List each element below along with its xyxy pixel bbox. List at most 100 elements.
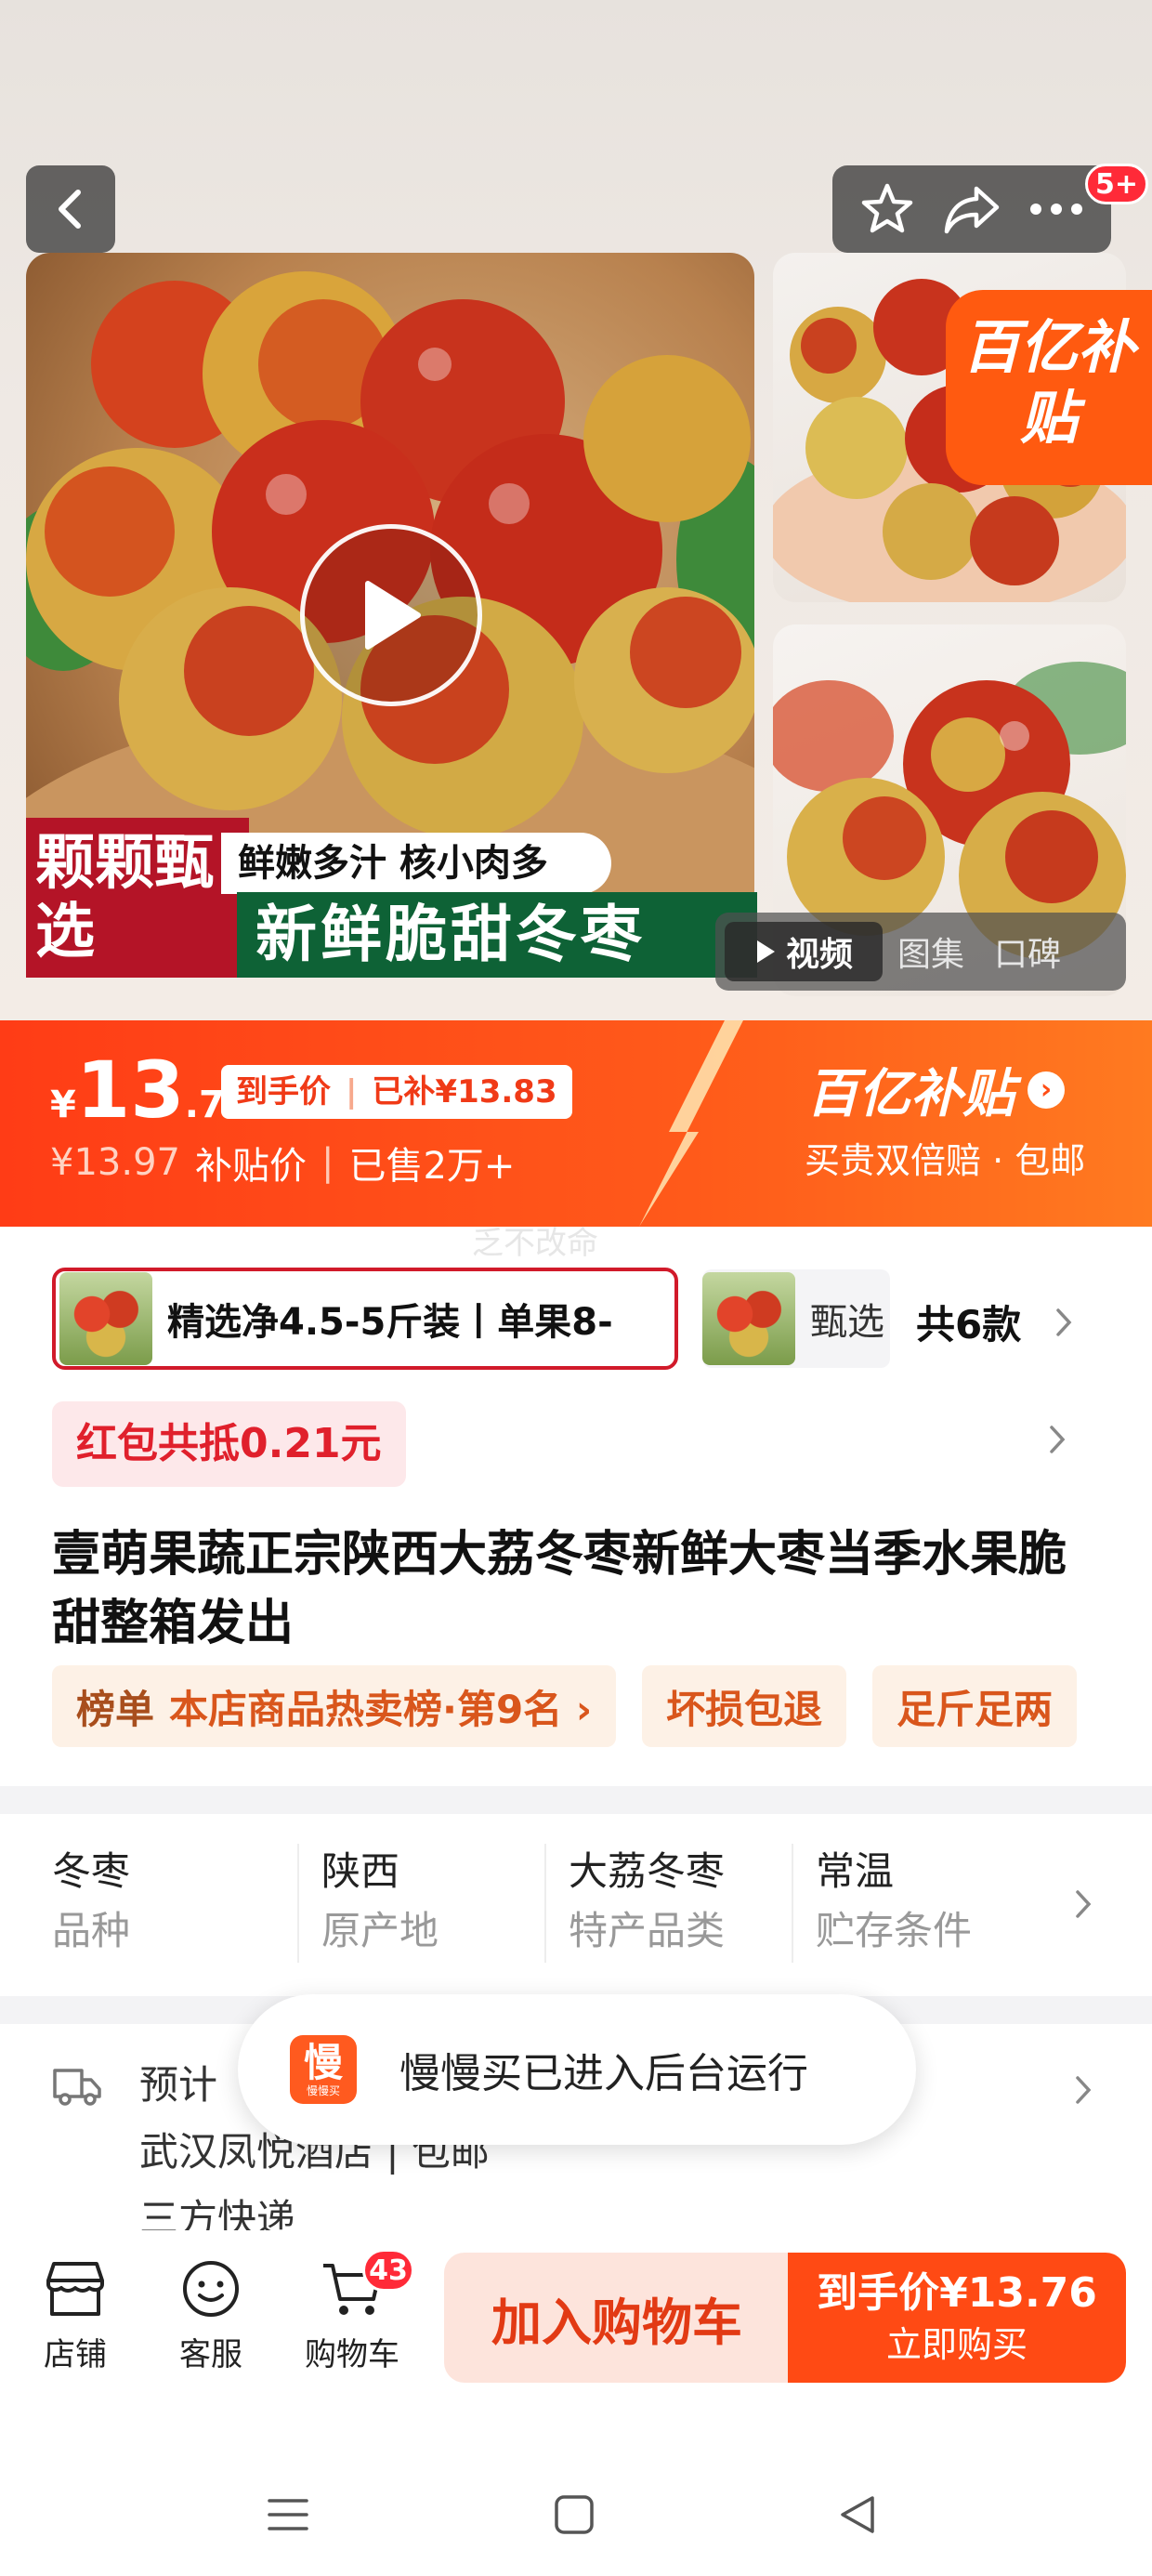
subsidy-corner-tag: 百亿补贴 — [946, 290, 1152, 485]
banner-slogan: 鲜嫩多汁 核小肉多 — [221, 833, 611, 894]
more-button[interactable] — [1019, 172, 1093, 246]
ranking-tag[interactable]: 榜单 本店商品热卖榜·第9名 › — [52, 1665, 617, 1747]
attribute-value: 常温 — [816, 1848, 895, 1894]
home-nav-button[interactable] — [546, 2487, 602, 2543]
shop-button[interactable]: 店铺 — [15, 2258, 136, 2374]
media-tab-label: 口碑 — [994, 936, 1062, 974]
price-pill-divider: | — [346, 1073, 358, 1111]
more-dots-icon — [1029, 204, 1082, 215]
smiley-chat-icon — [183, 2261, 239, 2317]
sold-count: 已售2万+ — [348, 1145, 516, 1188]
coupon-badge[interactable]: 红包共抵0.21元 — [52, 1401, 406, 1487]
small-play-icon — [756, 940, 775, 963]
media-tab-bar: 视频 图集 口碑 — [715, 913, 1126, 991]
sku-option[interactable]: 甄选 — [702, 1269, 890, 1368]
media-tab-video[interactable]: 视频 — [725, 922, 883, 981]
add-to-cart-button[interactable]: 加入购物车 — [444, 2253, 790, 2383]
square-home-icon — [555, 2495, 594, 2534]
product-title: 壹萌果蔬正宗陕西大荔冬枣新鲜大枣当季水果脆甜整箱发出 — [52, 1527, 1067, 1651]
chevron-right-icon — [1056, 1308, 1072, 1336]
attribute-item: 常温 贮存条件 — [793, 1844, 1041, 1963]
attribute-key: 特产品类 — [569, 1908, 726, 1953]
back-nav-button[interactable] — [831, 2487, 886, 2543]
background-run-toast: 慢 慢慢买 慢慢买已进入后台运行 — [238, 1994, 916, 2145]
section-divider — [0, 1786, 1152, 1814]
watermark-text: 乏不改命 — [472, 1225, 598, 1262]
price-pill-label: 到手价 — [236, 1073, 331, 1111]
price-pill: 到手价 | 已补¥13.83 — [221, 1065, 572, 1119]
chevron-right-icon[interactable] — [1074, 1888, 1093, 1920]
price-integer: 13 — [75, 1045, 185, 1136]
chevron-right-icon — [1076, 2076, 1092, 2104]
attribute-item: 冬枣 品种 — [52, 1844, 299, 1963]
play-icon — [365, 581, 421, 650]
sku-label: 甄选 — [810, 1301, 884, 1344]
sku-count-button[interactable]: 共6款 — [916, 1294, 1073, 1350]
subsidy-brand[interactable]: 百亿补贴 › — [806, 1052, 1065, 1127]
chevron-left-icon — [59, 190, 81, 229]
customer-service-label: 客服 — [179, 2336, 242, 2373]
damage-refund-tag[interactable]: 坏损包退 — [642, 1665, 847, 1747]
app-icon-caption: 慢慢买 — [306, 2084, 340, 2097]
sku-thumbnail — [702, 1272, 795, 1365]
store-icon — [46, 2262, 104, 2316]
original-price: ¥13.97 — [50, 1141, 180, 1184]
delivery-estimate: 预计 — [139, 2062, 218, 2108]
triangle-back-icon — [841, 2496, 874, 2533]
app-icon-glyph: 慢 — [303, 2040, 343, 2085]
system-navigation-bar — [0, 2427, 1152, 2576]
full-weight-tag[interactable]: 足斤足两 — [872, 1665, 1078, 1747]
sku-count-label: 共6款 — [916, 1302, 1022, 1347]
sku-option-selected[interactable]: 精选净4.5-5斤装丨单果8- — [52, 1268, 678, 1370]
attribute-value: 冬枣 — [52, 1848, 131, 1894]
attribute-value: 陕西 — [321, 1848, 400, 1894]
attribute-value: 大荔冬枣 — [569, 1848, 726, 1894]
manmanbuy-app-icon: 慢 慢慢买 — [290, 2035, 357, 2104]
toast-message: 慢慢买已进入后台运行 — [399, 2050, 808, 2097]
cart-count-badge: 43 — [362, 2249, 414, 2292]
service-tags: 榜单 本店商品热卖榜·第9名 › 坏损包退 足斤足两 — [52, 1665, 1152, 1747]
media-tab-reviews[interactable]: 口碑 — [979, 922, 1076, 981]
buy-now-button[interactable]: 到手价¥13.76 立即购买 — [788, 2253, 1126, 2383]
price-pill-subsidy: 已补¥13.83 — [372, 1073, 557, 1111]
share-icon — [944, 186, 1000, 234]
cart-button[interactable]: 43 购物车 — [292, 2249, 414, 2374]
truck-icon — [53, 2069, 101, 2106]
ranking-tag-key: 榜单 — [76, 1686, 155, 1732]
cart-label: 购物车 — [305, 2336, 399, 2373]
back-button[interactable] — [26, 165, 115, 253]
sku-selector: 精选净4.5-5斤装丨单果8- 甄选 共6款 — [52, 1268, 1152, 1372]
attribute-item: 陕西 原产地 — [299, 1844, 546, 1963]
customer-service-button[interactable]: 客服 — [151, 2258, 271, 2374]
subsidy-brand-label: 百亿补贴 — [806, 1064, 1015, 1124]
subsidy-brand-subtitle: 买贵双倍赔 · 包邮 — [805, 1140, 1086, 1181]
buy-now-label: 立即购买 — [885, 2324, 1028, 2365]
menu-nav-button[interactable] — [260, 2487, 316, 2543]
attribute-item: 大荔冬枣 特产品类 — [546, 1844, 793, 1963]
attribute-key: 原产地 — [321, 1908, 439, 1953]
banner-selection-label: 颗颗甄选 — [26, 818, 249, 978]
top-action-group — [832, 165, 1111, 253]
chevron-right-icon: › — [1028, 1071, 1065, 1109]
sku-label: 精选净4.5-5斤装丨单果8- — [167, 1301, 613, 1344]
star-icon — [862, 183, 913, 233]
attribute-key: 品种 — [52, 1908, 131, 1953]
shop-label: 店铺 — [44, 2336, 107, 2373]
bottom-action-bar: 店铺 客服 43 购物车 加入购物车 到手价¥13.76 立即购买 — [0, 2230, 1152, 2416]
play-video-button[interactable] — [300, 524, 482, 706]
product-attributes[interactable]: 冬枣 品种 陕西 原产地 大荔冬枣 特产品类 常温 贮存条件 — [52, 1844, 1102, 1963]
message-badge: 5+ — [1085, 164, 1149, 204]
price-banner[interactable]: ¥ 13 .76 到手价 | 已补¥13.83 ¥13.97 补贴价 | 已售2… — [0, 1020, 1152, 1227]
sku-thumbnail — [59, 1272, 152, 1365]
price-subline: ¥13.97 补贴价 | 已售2万+ — [50, 1136, 515, 1189]
media-tab-gallery[interactable]: 图集 — [883, 922, 979, 981]
media-tab-label: 视频 — [785, 936, 853, 974]
chevron-right-icon[interactable] — [1048, 1424, 1067, 1455]
menu-icon — [268, 2499, 308, 2530]
ranking-tag-value: 本店商品热卖榜·第9名 › — [169, 1686, 593, 1732]
share-button[interactable] — [935, 172, 1009, 246]
favorite-button[interactable] — [850, 172, 924, 246]
buy-now-price: 到手价¥13.76 — [817, 2269, 1097, 2317]
product-gallery[interactable]: 百亿补贴 颗颗甄选 鲜嫩多汁 核小肉多 新鲜脆甜冬枣 视频 图集 口碑 5+ — [0, 0, 1152, 1022]
price-divider: | — [321, 1141, 334, 1184]
